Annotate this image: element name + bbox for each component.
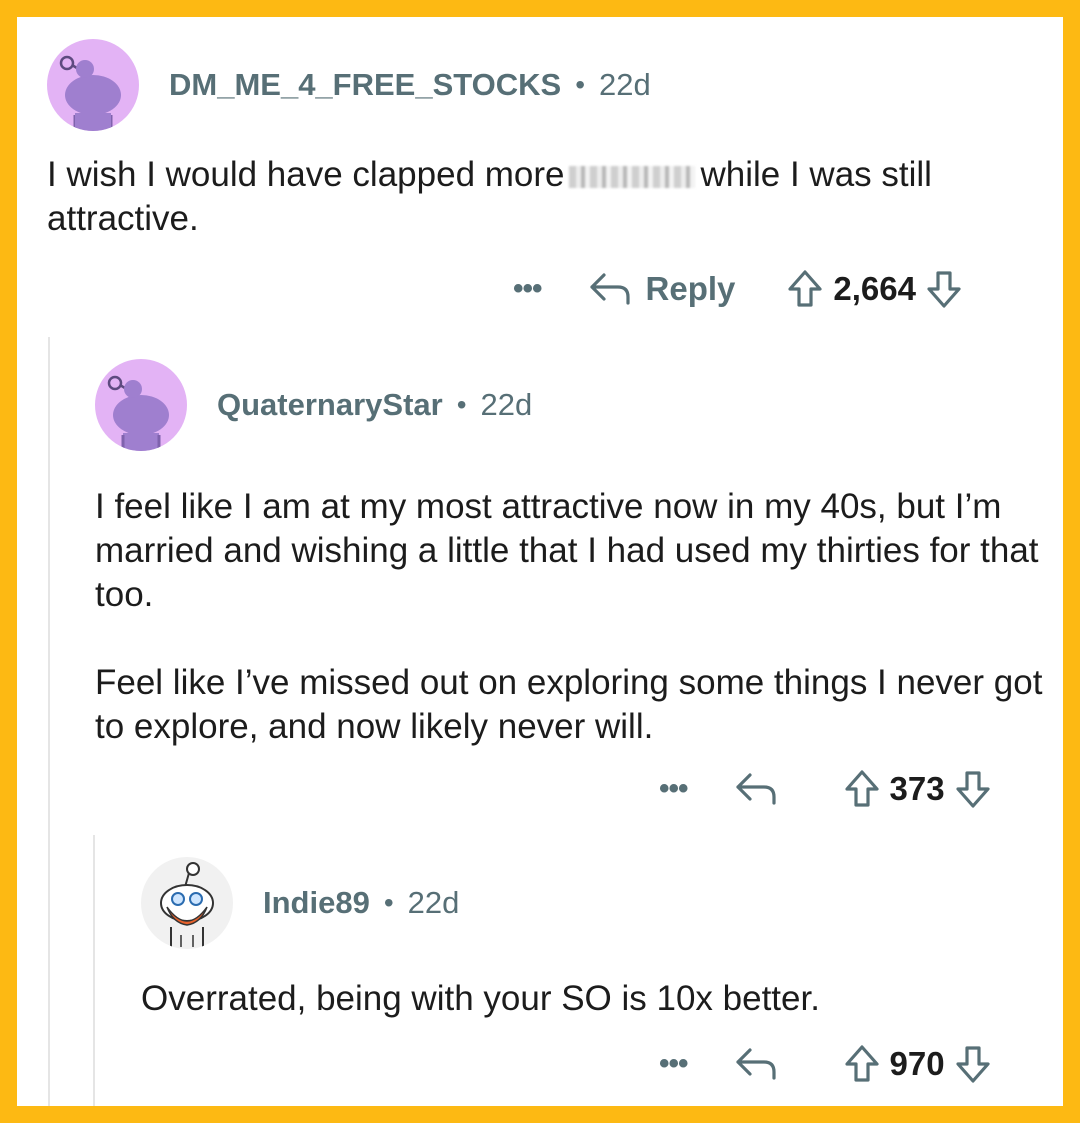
comment-meta: DM_ME_4_FREE_STOCKS • 22d [169,67,651,103]
score: 2,664 [833,270,916,307]
comment-body: I feel like I am at my most attractive n… [95,485,1045,749]
upvote-icon[interactable] [787,269,823,309]
comment-header: Indie89 • 22d [141,857,1041,949]
separator-dot: • [575,69,586,100]
vote-controls: 970 [844,1044,991,1084]
username[interactable]: Indie89 [263,885,370,921]
upvote-icon[interactable] [844,1044,880,1084]
score: 970 [889,1045,945,1082]
comment-header: DM_ME_4_FREE_STOCKS • 22d [47,39,1037,131]
custom-snoo-icon [160,862,214,949]
comment-3-actions: ••• 970 [659,1044,991,1084]
comment-2: QuaternaryStar • 22d I feel like I am at… [95,359,1045,749]
separator-dot: • [456,389,467,420]
comment-header: QuaternaryStar • 22d [95,359,1045,451]
comment-paragraph: I feel like I am at my most attractive n… [95,487,1039,614]
comment-meta: QuaternaryStar • 22d [217,387,532,423]
username[interactable]: QuaternaryStar [217,387,443,423]
comment-3: Indie89 • 22d Overrated, being with your… [141,857,1041,1021]
downvote-icon[interactable] [955,1044,991,1084]
comment-paragraph: Overrated, being with your SO is 10x bet… [141,979,820,1018]
vote-controls: 373 [844,769,991,809]
avatar[interactable] [141,857,233,949]
thread-line-level-1[interactable] [48,337,50,1106]
reply-button[interactable] [734,1046,792,1082]
reply-arrow-icon [588,271,646,307]
more-options-button[interactable]: ••• [659,772,688,806]
downvote-icon[interactable] [926,269,962,309]
timestamp: 22d [599,67,651,102]
snoo-icon [59,55,121,131]
upvote-icon[interactable] [844,769,880,809]
timestamp: 22d [407,885,460,920]
comment-1-actions: ••• Reply 2,664 [513,269,962,309]
vote-controls: 2,664 [787,269,962,309]
comment-paragraph: Feel like I’ve missed out on exploring s… [95,663,1043,746]
username[interactable]: DM_ME_4_FREE_STOCKS [169,67,561,103]
comment-body: Overrated, being with your SO is 10x bet… [141,977,1041,1021]
comment-text-start: I wish I would have clapped more [47,155,565,194]
thread-line-level-2[interactable] [93,835,95,1106]
more-options-button[interactable]: ••• [659,1047,688,1081]
reply-button[interactable]: Reply [588,270,736,308]
avatar[interactable] [95,359,187,451]
reply-arrow-icon [734,1046,792,1082]
comment-body: I wish I would have clapped more while I … [47,153,1037,241]
score: 373 [889,770,945,807]
comment-thread: DM_ME_4_FREE_STOCKS • 22d I wish I would… [17,17,1063,1106]
downvote-icon[interactable] [955,769,991,809]
censored-word [568,166,695,188]
reply-arrow-icon [734,771,792,807]
more-options-button[interactable]: ••• [513,272,542,306]
avatar[interactable] [47,39,139,131]
timestamp: 22d [480,387,533,422]
comment-1: DM_ME_4_FREE_STOCKS • 22d I wish I would… [47,39,1037,241]
separator-dot: • [383,887,394,918]
comment-meta: Indie89 • 22d [263,885,459,921]
reply-button[interactable] [734,771,792,807]
comment-2-actions: ••• 373 [659,769,991,809]
snoo-icon [107,375,169,451]
reply-label: Reply [645,270,736,307]
